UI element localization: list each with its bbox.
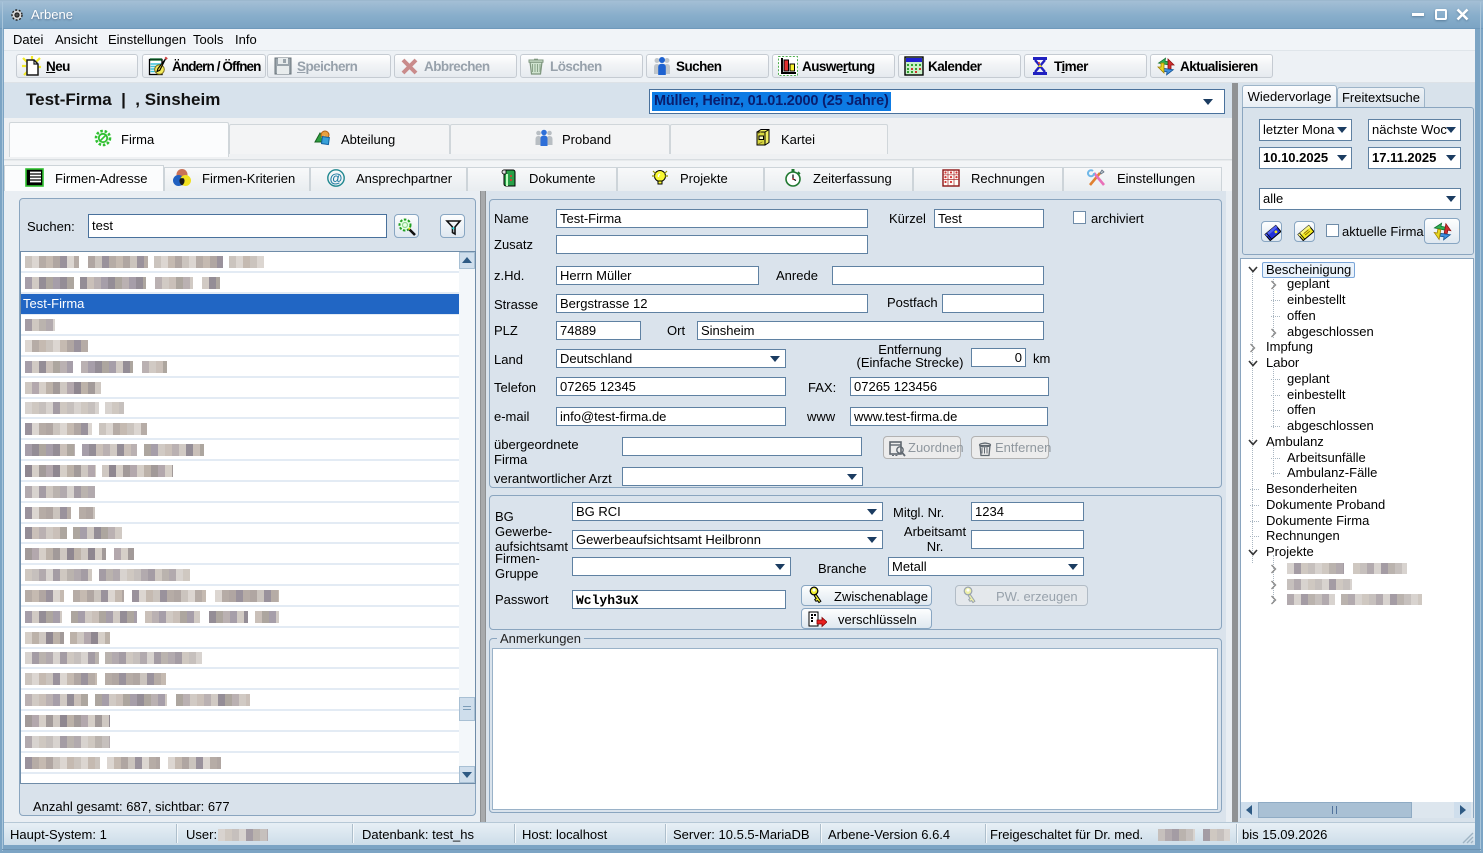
svg-text:@: @	[330, 171, 343, 186]
